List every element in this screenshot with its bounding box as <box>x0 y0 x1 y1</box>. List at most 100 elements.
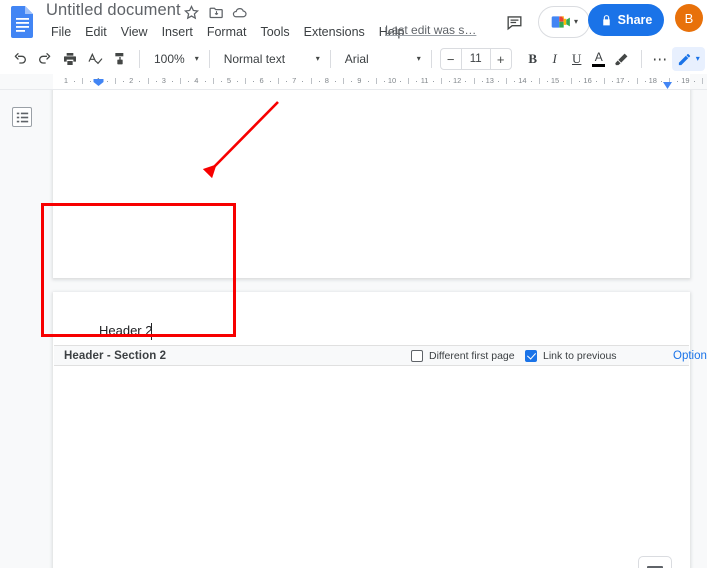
ruler-tick <box>310 78 312 84</box>
ruler-tick <box>432 81 434 82</box>
ruler-number: 9 <box>357 76 362 85</box>
header-options-button[interactable]: Options ▾ <box>673 350 707 362</box>
ruler-tick <box>147 78 149 84</box>
link-to-previous-checkbox[interactable]: Link to previous <box>525 349 617 362</box>
menu-tools[interactable]: Tools <box>253 22 296 42</box>
ruler[interactable]: 112345678910111213141516171819 <box>0 74 707 90</box>
menu-insert[interactable]: Insert <box>155 22 200 42</box>
ruler-tick <box>74 81 76 82</box>
font-size-stepper[interactable]: − 11 + <box>439 48 512 70</box>
more-options-button[interactable]: ⋯ <box>648 47 672 71</box>
zoom-selector[interactable]: 100% ▾ <box>146 47 203 71</box>
ruler-tick <box>269 81 271 82</box>
google-docs-window: Untitled document File Edit View Insert … <box>0 0 707 568</box>
ruler-tick <box>277 78 279 84</box>
menu-extensions[interactable]: Extensions <box>297 22 372 42</box>
edit-pencil-icon <box>678 53 690 65</box>
ruler-tick <box>595 81 597 82</box>
bold-button[interactable]: B <box>522 47 544 71</box>
font-size-decrease-button[interactable]: − <box>441 49 461 69</box>
star-icon[interactable] <box>183 4 200 21</box>
ruler-tick <box>106 81 108 82</box>
ruler-tick <box>245 78 247 84</box>
ruler-tick <box>603 78 605 84</box>
menu-edit[interactable]: Edit <box>78 22 114 42</box>
menu-format[interactable]: Format <box>200 22 254 42</box>
menu-file[interactable]: File <box>44 22 78 42</box>
chevron-down-icon: ▾ <box>416 54 421 63</box>
ruler-tick <box>351 81 353 82</box>
redo-icon[interactable] <box>33 47 57 71</box>
editing-mode-caret-icon[interactable]: ▾ <box>696 55 700 63</box>
spellcheck-icon[interactable] <box>83 47 107 71</box>
ruler-number: 3 <box>161 76 166 85</box>
ruler-tick <box>693 81 695 82</box>
meet-caret-icon[interactable]: ▾ <box>574 18 578 26</box>
header-options-label: Options <box>673 349 707 362</box>
ruler-number: 4 <box>194 76 199 85</box>
ruler-number: 2 <box>129 76 134 85</box>
page-control-chip[interactable] <box>638 556 672 568</box>
underline-button[interactable]: U <box>566 47 588 71</box>
cloud-saved-icon[interactable] <box>231 4 248 21</box>
ruler-tick <box>253 81 255 82</box>
checkbox-box-checked[interactable] <box>525 349 537 362</box>
ruler-tick <box>408 78 410 84</box>
font-size-value[interactable]: 11 <box>460 49 491 69</box>
title-bar: Untitled document File Edit View Insert … <box>0 0 707 44</box>
different-first-page-checkbox[interactable]: Different first page <box>411 349 515 362</box>
ruler-tick <box>367 81 369 82</box>
undo-icon[interactable] <box>8 47 32 71</box>
document-outline-icon[interactable] <box>12 107 32 127</box>
text-color-button[interactable]: A <box>588 47 610 71</box>
ruler-tick <box>343 78 345 84</box>
ruler-tick <box>546 81 548 82</box>
font-family-selector[interactable]: Arial ▾ <box>337 47 425 71</box>
ruler-tick <box>473 78 475 84</box>
ruler-tick <box>677 81 679 82</box>
document-page-1[interactable] <box>53 90 690 278</box>
ruler-number: 1 <box>63 76 69 85</box>
print-icon[interactable] <box>58 47 82 71</box>
ruler-tick <box>82 78 84 84</box>
ruler-number: 10 <box>387 76 397 85</box>
move-to-folder-icon[interactable] <box>208 4 225 21</box>
ruler-tick <box>155 81 157 82</box>
ruler-tick <box>636 78 638 84</box>
header-section-label: Header - Section 2 <box>64 349 167 362</box>
text-cursor <box>151 323 152 340</box>
ruler-tick <box>465 81 467 82</box>
paint-format-icon[interactable] <box>108 47 132 71</box>
font-size-increase-button[interactable]: + <box>491 49 511 69</box>
toolbar-divider <box>139 50 140 68</box>
checkbox-box[interactable] <box>411 349 423 362</box>
last-edit-status[interactable]: Last edit was s… <box>385 23 476 37</box>
italic-button[interactable]: I <box>544 47 566 71</box>
share-button[interactable]: Share <box>588 4 664 36</box>
ruler-tick <box>375 78 377 84</box>
paragraph-style-selector[interactable]: Normal text ▾ <box>216 47 324 71</box>
right-indent-marker[interactable] <box>662 78 673 89</box>
docs-logo-icon[interactable] <box>8 4 38 40</box>
document-title[interactable]: Untitled document <box>46 1 181 20</box>
ruler-number: 17 <box>616 76 625 85</box>
share-button-label: Share <box>617 12 653 27</box>
ruler-tick <box>212 78 214 84</box>
ruler-tick <box>114 78 116 84</box>
avatar[interactable]: B <box>675 4 703 32</box>
ruler-tick <box>171 81 173 82</box>
ruler-number: 5 <box>226 76 232 85</box>
ruler-tick <box>701 78 703 84</box>
toolbar-divider <box>329 50 331 68</box>
ruler-tick <box>318 81 320 82</box>
left-indent-marker[interactable] <box>92 76 105 88</box>
editing-mode-button[interactable]: ▾ <box>671 47 705 71</box>
header-text[interactable]: Header 2 <box>99 323 152 338</box>
font-family-value: Arial <box>344 52 369 66</box>
comment-history-icon[interactable] <box>500 8 528 36</box>
menu-view[interactable]: View <box>114 22 155 42</box>
ruler-tick <box>506 78 508 84</box>
highlight-pen-icon[interactable] <box>610 47 634 71</box>
google-meet-button[interactable]: ▾ <box>538 6 590 38</box>
ruler-tick <box>571 78 573 84</box>
